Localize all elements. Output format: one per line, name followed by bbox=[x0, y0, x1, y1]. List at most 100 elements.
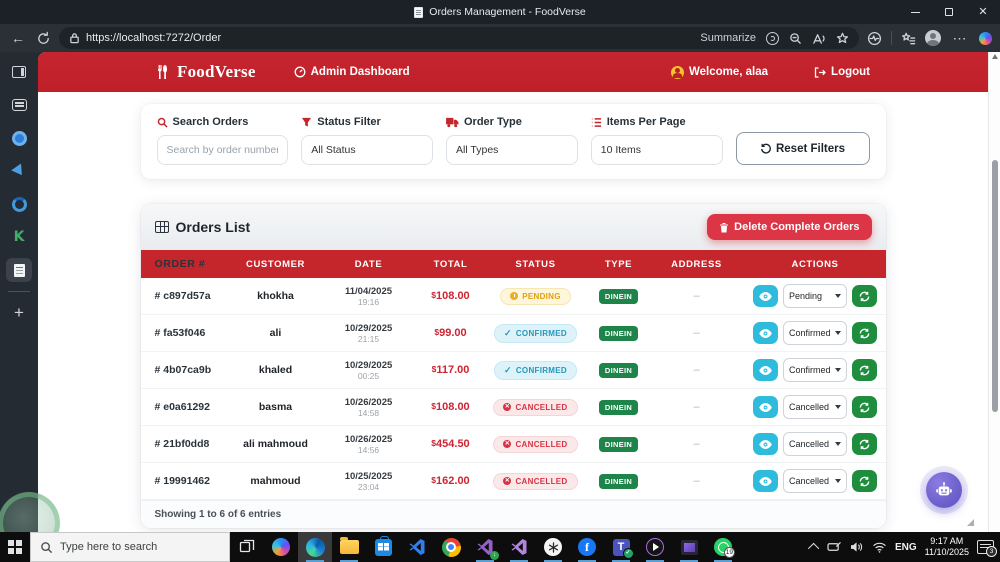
update-status-button[interactable] bbox=[852, 470, 877, 492]
taskbar-chrome[interactable] bbox=[434, 532, 468, 562]
system-tray: ENG 9:17 AM 11/10/2025 3 bbox=[807, 536, 1000, 559]
order-status-select[interactable]: Cancelled bbox=[783, 395, 847, 419]
reload-button[interactable] bbox=[36, 31, 51, 46]
order-status-select[interactable]: Cancelled bbox=[783, 432, 847, 456]
taskbar-visual-studio[interactable]: ↓ bbox=[468, 532, 502, 562]
chatbot-button[interactable] bbox=[926, 472, 962, 508]
language-indicator[interactable]: ENG bbox=[895, 542, 917, 553]
chrome-icon bbox=[441, 537, 461, 557]
copilot-mini-icon[interactable] bbox=[766, 31, 779, 45]
taskbar-search[interactable]: Type here to search bbox=[30, 532, 230, 562]
zoom-icon[interactable] bbox=[789, 32, 802, 45]
search-input[interactable] bbox=[156, 135, 289, 165]
eye-icon bbox=[759, 365, 772, 375]
taskbar-whatsapp[interactable]: 19 bbox=[706, 532, 740, 562]
whatsapp-icon: 19 bbox=[714, 538, 735, 558]
orders-list-title: Orders List bbox=[154, 219, 250, 235]
type-badge: DINEIN bbox=[598, 436, 639, 452]
task-view-button[interactable] bbox=[230, 532, 264, 562]
check-icon: ✓ bbox=[504, 364, 512, 375]
chevron-down-icon bbox=[835, 442, 841, 446]
tab-panel-toggle-icon[interactable] bbox=[6, 60, 32, 84]
tab-favicon-k[interactable]: K bbox=[6, 225, 32, 249]
new-tab-button[interactable]: + bbox=[6, 301, 32, 325]
maximize-button[interactable] bbox=[932, 0, 966, 24]
settings-menu-icon[interactable]: ⋯ bbox=[950, 30, 970, 47]
view-order-button[interactable] bbox=[753, 285, 778, 307]
tab-favicon-blue-circle[interactable] bbox=[6, 126, 32, 150]
start-button[interactable] bbox=[0, 532, 30, 562]
taskbar-visual-studio-2[interactable] bbox=[502, 532, 536, 562]
scrollbar-thumb[interactable] bbox=[992, 160, 998, 412]
taskbar-facebook[interactable]: f bbox=[570, 532, 604, 562]
eye-icon bbox=[759, 402, 772, 412]
taskbar-media-player[interactable] bbox=[638, 532, 672, 562]
view-order-button[interactable] bbox=[753, 470, 778, 492]
copilot-icon[interactable] bbox=[979, 31, 992, 45]
workspaces-icon[interactable] bbox=[6, 93, 32, 117]
update-status-button[interactable] bbox=[852, 285, 877, 307]
volume-icon[interactable] bbox=[850, 541, 864, 553]
taskbar-purple-app[interactable] bbox=[672, 532, 706, 562]
order-status-select[interactable]: Pending bbox=[783, 284, 847, 308]
browser-essentials-icon[interactable] bbox=[867, 31, 882, 46]
wifi-icon[interactable] bbox=[872, 542, 887, 553]
update-status-button[interactable] bbox=[852, 359, 877, 381]
summarize-button[interactable]: Summarize bbox=[700, 32, 756, 44]
cancel-icon: ✕ bbox=[503, 440, 512, 448]
tab-title: Orders Management - FoodVerse bbox=[414, 6, 586, 18]
reset-filters-button[interactable]: Reset Filters bbox=[735, 132, 870, 165]
browser-body: K + FoodVerse Admin Dashboard Welcome, a… bbox=[0, 52, 1000, 554]
page-scrollbar[interactable] bbox=[988, 52, 1000, 532]
logout-button[interactable]: Logout bbox=[814, 66, 870, 78]
collections-icon[interactable] bbox=[901, 31, 916, 46]
order-status-select[interactable]: Confirmed bbox=[783, 358, 847, 382]
chevron-down-icon bbox=[835, 294, 841, 298]
sync-icon bbox=[859, 328, 870, 338]
active-tab-icon[interactable] bbox=[6, 258, 32, 282]
taskbar-chatgpt[interactable] bbox=[536, 532, 570, 562]
sync-icon bbox=[859, 365, 870, 375]
view-order-button[interactable] bbox=[753, 322, 778, 344]
view-order-button[interactable] bbox=[753, 359, 778, 381]
update-status-button[interactable] bbox=[852, 322, 877, 344]
taskbar-vscode[interactable] bbox=[400, 532, 434, 562]
taskbar-explorer[interactable] bbox=[332, 532, 366, 562]
check-icon: ✓ bbox=[504, 327, 512, 338]
favorite-star-icon[interactable] bbox=[836, 32, 849, 45]
tab-favicon-arrow[interactable] bbox=[6, 159, 32, 183]
table-row: # c897d57a khokha 11/04/2025 19:16 $108.0… bbox=[140, 278, 886, 315]
taskbar-copilot[interactable] bbox=[264, 532, 298, 562]
order-status-select[interactable]: Cancelled bbox=[783, 469, 847, 493]
taskbar-teams[interactable]: T bbox=[604, 532, 638, 562]
taskbar-edge[interactable] bbox=[298, 532, 332, 562]
taskbar-store[interactable] bbox=[366, 532, 400, 562]
update-status-button[interactable] bbox=[852, 433, 877, 455]
scroll-up-icon[interactable] bbox=[992, 54, 998, 59]
clock[interactable]: 9:17 AM 11/10/2025 bbox=[925, 536, 969, 559]
tab-favicon-swirl[interactable] bbox=[6, 192, 32, 216]
close-button[interactable]: ✕ bbox=[966, 0, 1000, 24]
view-order-button[interactable] bbox=[753, 433, 778, 455]
address-bar[interactable]: https://localhost:7272/Order Summarize bbox=[59, 27, 859, 49]
status-badge: ✓ CONFIRMED bbox=[494, 323, 577, 343]
notification-center-icon[interactable]: 3 bbox=[977, 540, 997, 557]
read-aloud-icon[interactable] bbox=[812, 32, 826, 45]
back-button[interactable]: ← bbox=[8, 30, 28, 46]
tray-expand-icon[interactable] bbox=[807, 542, 820, 555]
resize-handle[interactable] bbox=[967, 519, 974, 526]
pen-input-icon[interactable] bbox=[827, 541, 842, 553]
toolbar-divider bbox=[891, 31, 892, 45]
items-per-page-select[interactable]: 10 Items bbox=[590, 135, 723, 165]
status-filter-select[interactable]: All Status bbox=[301, 135, 433, 165]
order-type-select[interactable]: All Types bbox=[446, 135, 578, 165]
minimize-button[interactable] bbox=[898, 0, 932, 24]
brand[interactable]: FoodVerse bbox=[156, 62, 256, 82]
update-status-button[interactable] bbox=[852, 396, 877, 418]
order-status-select[interactable]: Confirmed bbox=[783, 321, 847, 345]
view-order-button[interactable] bbox=[753, 396, 778, 418]
profile-avatar[interactable] bbox=[925, 30, 941, 46]
delete-complete-orders-button[interactable]: Delete Complete Orders bbox=[707, 214, 872, 240]
play-icon bbox=[646, 538, 664, 556]
nav-admin-dashboard[interactable]: Admin Dashboard bbox=[294, 66, 410, 78]
